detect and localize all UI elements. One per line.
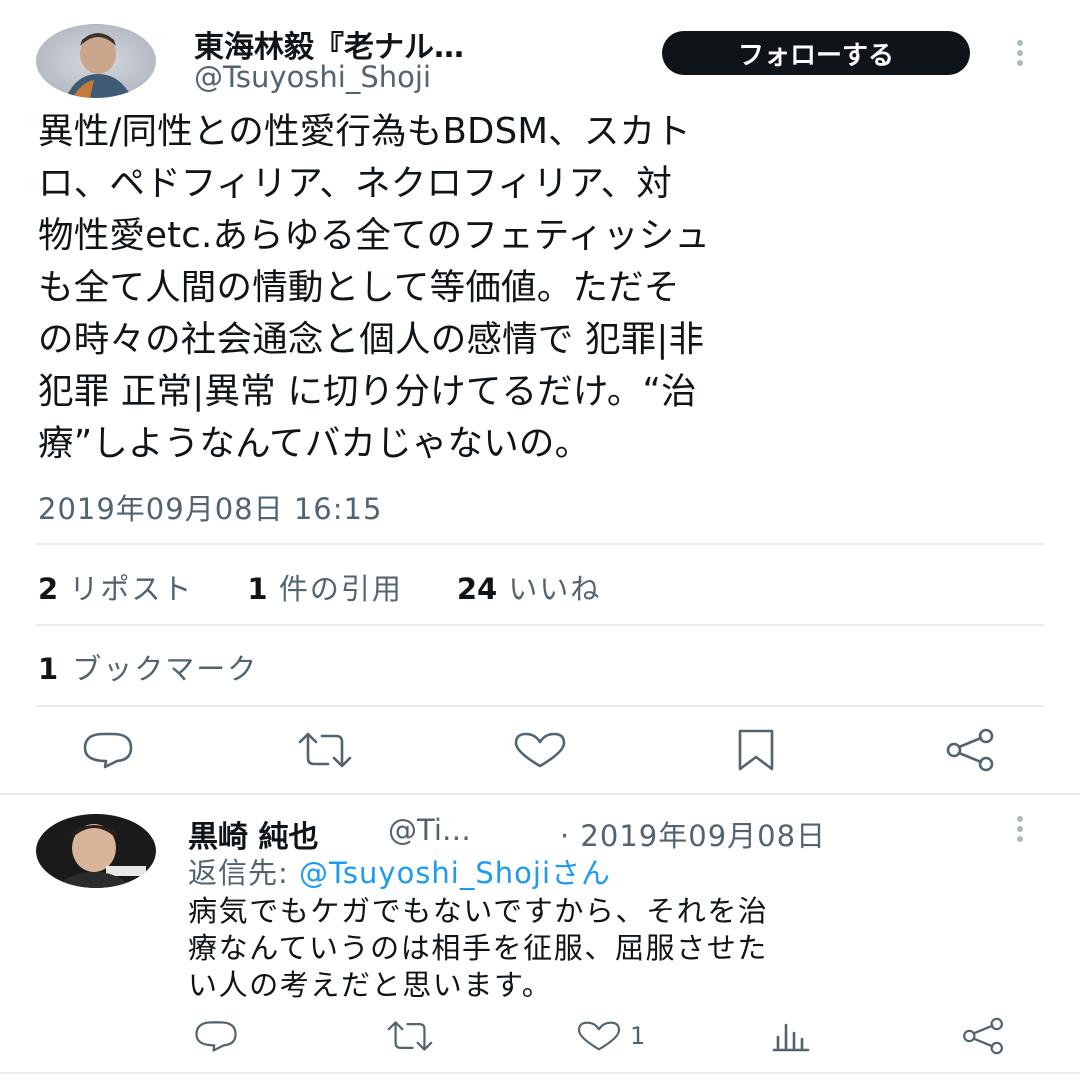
reply-to-line: 返信先: @Tsuyoshi_Shojiさん: [188, 850, 611, 892]
quotes-stat[interactable]: 1 件の引用: [247, 566, 402, 608]
likes-stat[interactable]: 24 いいね: [457, 566, 602, 608]
divider: [0, 1072, 1080, 1074]
reply-share-button[interactable]: [958, 1016, 1008, 1056]
author-avatar[interactable]: [36, 24, 156, 98]
reply-like-button[interactable]: 1: [574, 1018, 664, 1054]
like-icon: [514, 732, 566, 768]
reply-icon: [195, 1021, 237, 1052]
reply-author-handle[interactable]: @Ti…: [388, 813, 471, 847]
retweet-icon: [387, 1021, 433, 1051]
bookmarks-stat[interactable]: 1 ブックマーク: [38, 646, 258, 688]
likes-label: いいね: [508, 572, 602, 606]
tweet-timestamp[interactable]: 2019年09月08日 16:15: [38, 486, 382, 528]
share-button[interactable]: [942, 726, 998, 774]
reposts-stat[interactable]: 2 リポスト: [38, 566, 193, 608]
like-button[interactable]: [508, 728, 572, 772]
reply-reply-button[interactable]: [190, 1018, 242, 1054]
tweet-text: 異性/同性との性愛行為もBDSM、スカト ロ、ペドフィリア、ネクロフィリア、対 …: [38, 111, 711, 464]
quotes-count: 1: [247, 572, 268, 606]
author-handle[interactable]: @Tsuyoshi_Shoji: [194, 60, 431, 94]
reply-more-options-icon[interactable]: [1010, 814, 1030, 844]
reply-text: 病気でもケガでもないですから、それを治 療なんていうのは相手を征服、屈服させた …: [188, 894, 769, 1002]
reposts-count: 2: [38, 572, 59, 606]
bookmarks-count: 1: [38, 652, 59, 686]
likes-count: 24: [456, 572, 498, 606]
reply-views-button[interactable]: [770, 1018, 814, 1054]
author-avatar-image: [36, 24, 156, 98]
bookmark-icon: [738, 729, 774, 771]
reply-author-avatar[interactable]: [36, 814, 156, 888]
divider: [36, 705, 1044, 707]
share-icon: [963, 1017, 1003, 1055]
bookmark-button[interactable]: [732, 726, 780, 774]
divider: [36, 543, 1044, 545]
quotes-label: 件の引用: [278, 572, 403, 606]
reply-retweet-button[interactable]: [380, 1018, 440, 1054]
reply-icon: [83, 732, 133, 769]
reposts-label: リポスト: [69, 572, 194, 606]
retweet-button[interactable]: [290, 728, 360, 772]
reply-date[interactable]: · 2019年09月08日: [560, 813, 826, 855]
reply-like-count: 1: [630, 1022, 646, 1050]
bookmarks-label: ブックマーク: [72, 652, 259, 686]
views-icon: [772, 1023, 810, 1052]
like-icon: [577, 1021, 621, 1051]
divider: [36, 624, 1044, 626]
reply-to-label: 返信先:: [188, 856, 299, 890]
share-icon: [946, 728, 994, 772]
retweet-icon: [298, 732, 352, 768]
more-options-icon[interactable]: [1010, 38, 1030, 68]
reply-avatar-image: [36, 814, 156, 888]
follow-button[interactable]: フォローする: [662, 31, 970, 75]
reply-button[interactable]: [78, 728, 138, 772]
divider: [0, 793, 1080, 795]
engagement-stats: 2 リポスト 1 件の引用 24 いいね: [38, 566, 601, 608]
reply-to-handle[interactable]: @Tsuyoshi_Shojiさん: [299, 856, 611, 890]
